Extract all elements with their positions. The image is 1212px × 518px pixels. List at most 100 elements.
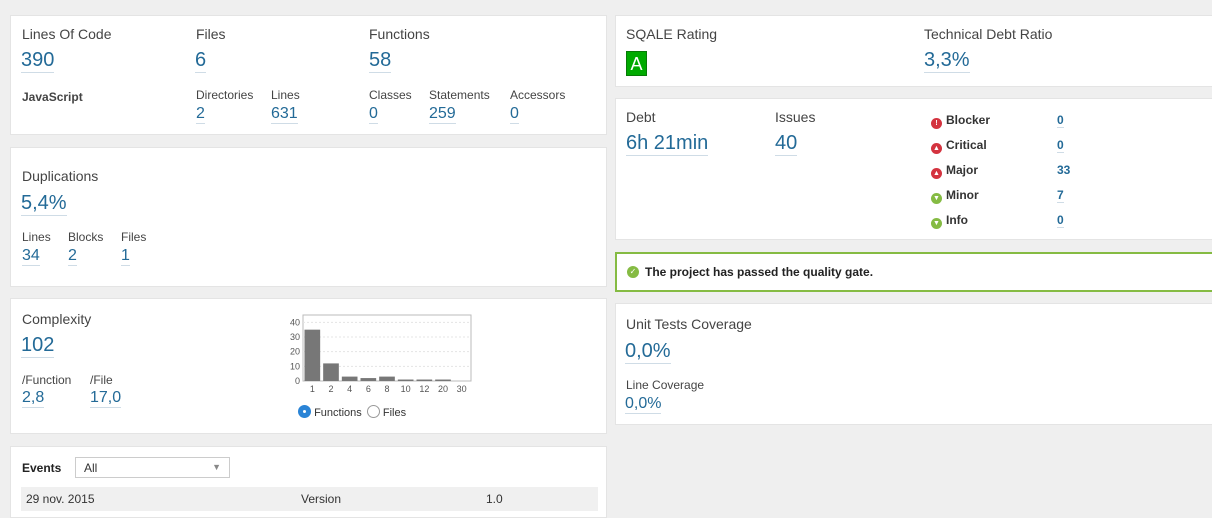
severity-count[interactable]: 33 (1057, 163, 1070, 177)
bar[interactable] (416, 379, 433, 381)
sqale-rating-label: SQALE Rating (626, 26, 718, 42)
lines-of-code-value[interactable]: 390 (21, 49, 55, 73)
x-tick-label: 1 (310, 384, 315, 394)
bar[interactable] (379, 376, 395, 381)
lines-of-code-label: Lines Of Code (22, 26, 112, 42)
per-file-label: /File (90, 373, 113, 387)
radio-files-label: Files (382, 407, 407, 419)
bar[interactable] (397, 379, 414, 381)
y-tick-label: 30 (290, 332, 300, 342)
lines-value[interactable]: 631 (271, 105, 298, 124)
line-coverage-label: Line Coverage (626, 378, 705, 392)
severity-blocker: ! Blocker (931, 113, 990, 129)
complexity-widget: Complexity 102 /Function 2,8 /File 17,0 … (10, 298, 607, 434)
major-icon: ▲ (931, 168, 942, 179)
check-circle-icon: ✓ (627, 266, 639, 278)
severity-count[interactable]: 0 (1057, 213, 1064, 228)
issues-label: Issues (775, 109, 816, 125)
dup-files-value[interactable]: 1 (121, 247, 130, 266)
y-tick-label: 40 (290, 317, 300, 327)
severity-label: Blocker (946, 113, 991, 127)
blocker-icon: ! (931, 118, 942, 129)
dup-lines-value[interactable]: 34 (22, 247, 40, 266)
dup-blocks-value[interactable]: 2 (68, 247, 77, 266)
severity-label: Critical (946, 138, 987, 152)
dup-lines-label: Lines (22, 230, 51, 244)
debt-ratio-label: Technical Debt Ratio (924, 26, 1053, 42)
dup-blocks-label: Blocks (68, 230, 104, 244)
directories-value[interactable]: 2 (196, 105, 205, 124)
quality-gate-message: The project has passed the quality gate. (645, 265, 874, 279)
accessors-label: Accessors (510, 88, 566, 102)
severity-count[interactable]: 7 (1057, 188, 1064, 203)
bar[interactable] (341, 376, 358, 381)
radio-files[interactable]: Files (366, 405, 407, 419)
coverage-value[interactable]: 0,0% (625, 340, 671, 364)
coverage-widget: Unit Tests Coverage 0,0% Line Coverage 0… (615, 303, 1212, 425)
debt-value[interactable]: 6h 21min (626, 132, 709, 156)
severity-major: ▲ Major (931, 163, 978, 179)
events-filter-select[interactable]: All ▼ (75, 457, 230, 478)
x-tick-label: 20 (438, 384, 448, 394)
bar[interactable] (435, 379, 451, 381)
directories-label: Directories (196, 88, 254, 102)
functions-label: Functions (369, 26, 430, 42)
x-tick-label: 6 (366, 384, 371, 394)
classes-label: Classes (369, 88, 412, 102)
x-tick-label: 30 (457, 384, 467, 394)
language-label: JavaScript (22, 90, 83, 104)
bar[interactable] (360, 378, 377, 381)
radio-functions[interactable]: Functions (298, 405, 362, 419)
size-widget: Lines Of Code 390 JavaScript Files 6 Dir… (10, 15, 607, 135)
per-function-value[interactable]: 2,8 (22, 389, 45, 408)
classes-value[interactable]: 0 (369, 105, 378, 124)
minor-icon: ▼ (931, 193, 942, 204)
bar[interactable] (304, 329, 321, 381)
statements-label: Statements (429, 88, 490, 102)
debt-ratio-value[interactable]: 3,3% (924, 49, 970, 73)
event-date: 29 nov. 2015 (26, 492, 95, 506)
complexity-title: Complexity (22, 311, 92, 327)
events-label: Events (22, 461, 62, 475)
severity-minor: ▼ Minor (931, 188, 979, 204)
complexity-value[interactable]: 102 (21, 334, 55, 358)
debt-label: Debt (626, 109, 656, 125)
radio-functions-button[interactable] (298, 405, 311, 418)
severity-critical: ▲ Critical (931, 138, 987, 154)
lines-label: Lines (271, 88, 300, 102)
events-filter-value: All (84, 461, 98, 475)
y-tick-label: 0 (295, 376, 300, 386)
info-icon: ▼ (931, 218, 942, 229)
severity-label: Info (946, 213, 968, 227)
severity-label: Minor (946, 188, 979, 202)
issues-value[interactable]: 40 (775, 132, 798, 156)
chevron-down-icon: ▼ (212, 462, 221, 472)
complexity-distribution-chart: 4030201001 2 4 6 8 10 12 20 30 (290, 314, 472, 394)
quality-gate-banner: ✓ The project has passed the quality gat… (615, 252, 1212, 292)
sqale-rating-badge[interactable]: A (626, 51, 647, 76)
radio-files-button[interactable] (366, 405, 380, 418)
line-coverage-value[interactable]: 0,0% (625, 395, 662, 414)
duplications-value[interactable]: 5,4% (21, 192, 67, 216)
debt-issues-widget: Debt 6h 21min Issues 40 ! Blocker 0 ▲ Critic… (615, 98, 1212, 240)
x-tick-label: 10 (401, 384, 411, 394)
y-tick-label: 10 (290, 361, 300, 371)
bar[interactable] (323, 363, 339, 381)
severity-count[interactable]: 0 (1057, 138, 1064, 153)
x-tick-label: 12 (419, 384, 429, 394)
per-file-value[interactable]: 17,0 (90, 389, 122, 408)
duplications-title: Duplications (22, 168, 99, 184)
functions-value[interactable]: 58 (369, 49, 392, 73)
files-value[interactable]: 6 (195, 49, 207, 73)
radio-functions-label: Functions (314, 407, 362, 419)
event-type: Version (301, 492, 342, 506)
coverage-title: Unit Tests Coverage (626, 316, 752, 332)
x-tick-label: 2 (328, 384, 333, 394)
y-tick-label: 20 (290, 347, 300, 357)
chart-radio-group: Functions Files (298, 405, 406, 419)
accessors-value[interactable]: 0 (510, 105, 519, 124)
x-tick-label: 4 (347, 384, 352, 394)
severity-count[interactable]: 0 (1057, 113, 1064, 128)
statements-value[interactable]: 259 (429, 105, 456, 124)
dup-files-label: Files (121, 230, 147, 244)
